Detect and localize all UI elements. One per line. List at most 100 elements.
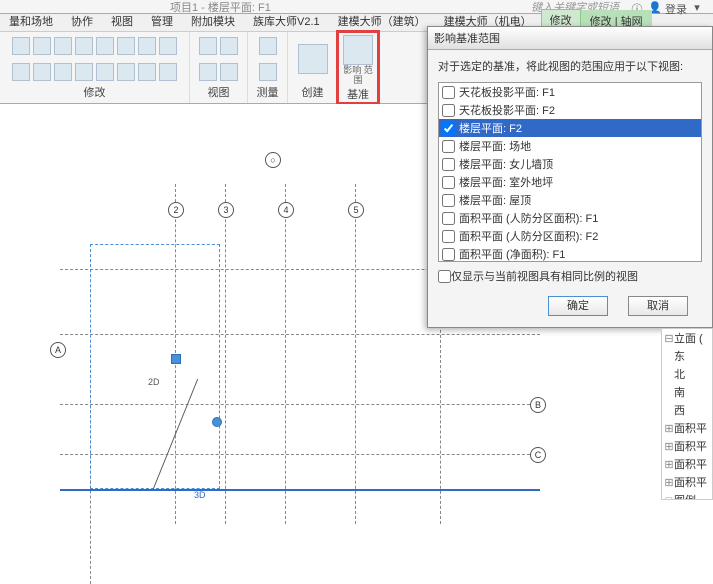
label-3d[interactable]: 3D — [194, 490, 206, 500]
tab-lib[interactable]: 族库大师V2.1 — [244, 10, 329, 31]
tool-icon[interactable] — [54, 63, 72, 81]
tool-icon[interactable] — [199, 63, 217, 81]
tool-icon[interactable] — [33, 37, 51, 55]
same-scale-check[interactable]: 仅显示与当前视图具有相同比例的视图 — [428, 262, 712, 290]
tab-model-arch[interactable]: 建模大师（建筑） — [329, 10, 435, 31]
tree-item[interactable]: ⊞面积平 — [662, 419, 712, 437]
expand-icon[interactable]: ⊞ — [664, 458, 674, 471]
view-list-item[interactable]: 面积平面 (净面积): F1 — [439, 245, 701, 262]
view-list-item[interactable]: 面积平面 (人防分区面积): F2 — [439, 227, 701, 245]
dialog-title: 影响基准范围 — [428, 27, 712, 50]
view-checkbox[interactable] — [442, 122, 455, 135]
drag-handle[interactable] — [171, 354, 181, 364]
view-list[interactable]: 天花板投影平面: F1天花板投影平面: F2楼层平面: F2楼层平面: 场地楼层… — [438, 82, 702, 262]
view-list-item[interactable]: 天花板投影平面: F2 — [439, 101, 701, 119]
login-label[interactable]: 登录 — [665, 1, 687, 13]
view-label: 天花板投影平面: F2 — [459, 102, 555, 118]
tool-icon[interactable] — [33, 63, 51, 81]
tool-icon[interactable] — [298, 44, 328, 74]
tab-collab[interactable]: 协作 — [62, 10, 102, 31]
same-scale-label: 仅显示与当前视图具有相同比例的视图 — [451, 268, 638, 284]
tool-icon[interactable] — [259, 37, 277, 55]
panel-datum: 影响 范围 基准 — [336, 30, 380, 105]
tool-icon[interactable] — [259, 63, 277, 81]
tab-view[interactable]: 视图 — [102, 10, 142, 31]
tree-item[interactable]: 东 — [662, 347, 712, 365]
cancel-button[interactable]: 取消 — [628, 296, 688, 316]
dialog-text: 对于选定的基准，将此视图的范围应用于以下视图: — [428, 50, 712, 82]
view-list-item[interactable]: 楼层平面: F2 — [439, 119, 701, 137]
tree-item[interactable]: ⊟立面 ( — [662, 329, 712, 347]
view-checkbox[interactable] — [442, 194, 455, 207]
view-checkbox[interactable] — [442, 140, 455, 153]
dropdown-icon[interactable]: ▾ — [689, 1, 705, 13]
panel-label: 基准 — [347, 85, 369, 103]
tool-icon[interactable] — [138, 37, 156, 55]
expand-icon[interactable]: ⊟ — [664, 332, 674, 345]
project-browser[interactable]: ⊟立面 (东北南西⊞面积平⊞面积平⊞面积平⊞面积平□图例⊞明细表⊞图纸 ( — [661, 328, 713, 500]
grid-bubble-iso[interactable]: ○ — [265, 152, 281, 168]
tool-icon[interactable] — [159, 63, 177, 81]
grid-bubble-4[interactable]: 4 — [278, 202, 294, 218]
propagate-extents-icon[interactable] — [343, 35, 373, 65]
tool-icon[interactable] — [199, 37, 217, 55]
view-label: 楼层平面: 场地 — [459, 138, 531, 154]
tab-addins[interactable]: 附加模块 — [182, 10, 244, 31]
tab-manage[interactable]: 管理 — [142, 10, 182, 31]
view-checkbox[interactable] — [442, 248, 455, 261]
tree-item[interactable]: 北 — [662, 365, 712, 383]
tool-label: 影响 范围 — [343, 65, 373, 85]
view-checkbox[interactable] — [442, 86, 455, 99]
tree-item[interactable]: ⊞面积平 — [662, 455, 712, 473]
grid-bubble-C[interactable]: C — [530, 447, 546, 463]
ok-button[interactable]: 确定 — [548, 296, 608, 316]
view-list-item[interactable]: 楼层平面: 室外地坪 — [439, 173, 701, 191]
grid-bubble-5[interactable]: 5 — [348, 202, 364, 218]
view-list-item[interactable]: 楼层平面: 女儿墙顶 — [439, 155, 701, 173]
tree-item[interactable]: □图例 — [662, 491, 712, 500]
tool-icon[interactable] — [96, 63, 114, 81]
view-checkbox[interactable] — [442, 230, 455, 243]
view-label: 天花板投影平面: F1 — [459, 84, 555, 100]
view-checkbox[interactable] — [442, 212, 455, 225]
tool-icon[interactable] — [220, 63, 238, 81]
panel-label: 修改 — [84, 83, 106, 101]
grid-bubble-2[interactable]: 2 — [168, 202, 184, 218]
tool-icon[interactable] — [54, 37, 72, 55]
tool-icon[interactable] — [12, 37, 30, 55]
view-checkbox[interactable] — [442, 158, 455, 171]
view-list-item[interactable]: 楼层平面: 屋顶 — [439, 191, 701, 209]
expand-icon[interactable]: ⊞ — [664, 422, 674, 435]
tool-icon[interactable] — [138, 63, 156, 81]
tool-icon[interactable] — [96, 37, 114, 55]
grid-bubble-A[interactable]: A — [50, 342, 66, 358]
tool-icon[interactable] — [75, 63, 93, 81]
tool-icon[interactable] — [220, 37, 238, 55]
view-label: 楼层平面: 屋顶 — [459, 192, 531, 208]
tool-icon[interactable] — [117, 37, 135, 55]
grid-bubble-B[interactable]: B — [530, 397, 546, 413]
view-label: 面积平面 (净面积): F1 — [459, 246, 565, 262]
same-scale-checkbox[interactable] — [438, 270, 451, 283]
expand-icon[interactable]: ⊞ — [664, 440, 674, 453]
tree-item[interactable]: ⊞面积平 — [662, 473, 712, 491]
view-label: 面积平面 (人防分区面积): F2 — [459, 228, 598, 244]
view-list-item[interactable]: 天花板投影平面: F1 — [439, 83, 701, 101]
tree-item[interactable]: 南 — [662, 383, 712, 401]
grid-bubble-3[interactable]: 3 — [218, 202, 234, 218]
expand-icon[interactable]: □ — [664, 495, 674, 500]
panel-label: 视图 — [208, 83, 230, 101]
tree-item[interactable]: 西 — [662, 401, 712, 419]
view-checkbox[interactable] — [442, 104, 455, 117]
tree-item[interactable]: ⊞面积平 — [662, 437, 712, 455]
view-list-item[interactable]: 面积平面 (人防分区面积): F1 — [439, 209, 701, 227]
view-list-item[interactable]: 楼层平面: 场地 — [439, 137, 701, 155]
view-checkbox[interactable] — [442, 176, 455, 189]
propagate-extents-dialog: 影响基准范围 对于选定的基准，将此视图的范围应用于以下视图: 天花板投影平面: … — [427, 26, 713, 328]
tool-icon[interactable] — [117, 63, 135, 81]
tool-icon[interactable] — [159, 37, 177, 55]
expand-icon[interactable]: ⊞ — [664, 476, 674, 489]
tab-mass-site[interactable]: 量和场地 — [0, 10, 62, 31]
tool-icon[interactable] — [75, 37, 93, 55]
tool-icon[interactable] — [12, 63, 30, 81]
